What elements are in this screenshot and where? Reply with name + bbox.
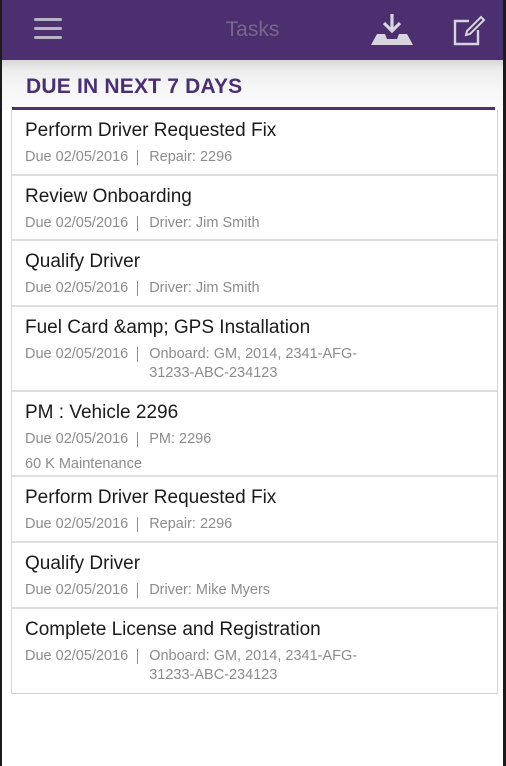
task-detail: Onboard: GM, 2014, 2341-AFG-31233-ABC-23… <box>149 346 358 381</box>
task-name: Perform Driver Requested Fix <box>25 487 277 508</box>
task-name: Qualify Driver <box>25 251 141 272</box>
task-item[interactable]: Review Onboarding Due 02/05/2016 Driver:… <box>12 176 497 241</box>
task-meta: Due 02/05/2016 Onboard: GM, 2014, 2341-A… <box>25 345 364 383</box>
task-detail: Repair: 2296 <box>149 516 233 532</box>
task-detail: Repair: 2296 <box>149 149 233 165</box>
task-due-date: Due 02/05/2016 <box>25 516 129 532</box>
task-name: Qualify Driver <box>25 553 141 574</box>
task-name: PM : Vehicle 2296 <box>25 402 179 423</box>
task-name: Perform Driver Requested Fix <box>25 120 277 141</box>
meta-separator <box>137 517 139 532</box>
task-due-date: Due 02/05/2016 <box>25 280 129 296</box>
task-name: Fuel Card &amp; GPS Installation <box>25 317 311 338</box>
task-item[interactable]: Perform Driver Requested Fix Due 02/05/2… <box>12 110 497 176</box>
task-item[interactable]: Fuel Card &amp; GPS Installation Due 02/… <box>12 307 497 392</box>
task-item[interactable]: PM : Vehicle 2296 Due 02/05/2016 PM: 229… <box>12 392 497 477</box>
meta-separator <box>137 216 139 231</box>
meta-separator <box>137 281 139 296</box>
task-item[interactable]: Perform Driver Requested Fix Due 02/05/2… <box>12 477 497 543</box>
task-due-date: Due 02/05/2016 <box>25 346 129 362</box>
section-header: DUE IN NEXT 7 DAYS <box>2 60 503 110</box>
meta-separator <box>137 649 139 664</box>
task-meta: Due 02/05/2016 PM: 2296 <box>25 430 364 449</box>
task-due-date: Due 02/05/2016 <box>25 431 129 447</box>
task-detail: Driver: Jim Smith <box>149 215 260 231</box>
task-name: Complete License and Registration <box>25 619 321 640</box>
page-title: Tasks <box>225 18 280 41</box>
task-meta: Due 02/05/2016 Driver: Mike Myers <box>25 581 364 600</box>
task-item[interactable]: Qualify Driver Due 02/05/2016 Driver: Mi… <box>12 543 497 609</box>
task-item[interactable]: Qualify Driver Due 02/05/2016 Driver: Ji… <box>12 241 497 307</box>
task-detail: PM: 2296 <box>149 431 212 447</box>
task-detail: Driver: Mike Myers <box>149 582 271 598</box>
task-due-date: Due 02/05/2016 <box>25 582 129 598</box>
meta-separator <box>137 432 139 447</box>
task-meta: Due 02/05/2016 Driver: Jim Smith <box>25 279 364 298</box>
task-due-date: Due 02/05/2016 <box>25 149 129 165</box>
task-detail: Driver: Jim Smith <box>149 280 260 296</box>
task-due-date: Due 02/05/2016 <box>25 215 129 231</box>
meta-separator <box>137 150 139 165</box>
task-detail: Onboard: GM, 2014, 2341-AFG-31233-ABC-23… <box>149 648 358 683</box>
compose-edit-icon[interactable] <box>450 13 486 47</box>
download-tray-icon[interactable] <box>368 12 416 48</box>
meta-separator <box>137 583 139 598</box>
task-extra-note: 60 K Maintenance <box>25 456 142 472</box>
task-name: Review Onboarding <box>25 186 192 207</box>
task-item[interactable]: Complete License and Registration Due 02… <box>12 609 497 694</box>
task-meta: Due 02/05/2016 Onboard: GM, 2014, 2341-A… <box>25 647 364 685</box>
task-list: Perform Driver Requested Fix Due 02/05/2… <box>11 110 498 694</box>
section-title: DUE IN NEXT 7 DAYS <box>26 75 243 98</box>
top-navigation-bar: Tasks <box>2 0 503 60</box>
task-meta: Due 02/05/2016 Repair: 2296 <box>25 515 364 534</box>
task-due-date: Due 02/05/2016 <box>25 648 129 664</box>
meta-separator <box>137 347 139 362</box>
task-meta: Due 02/05/2016 Repair: 2296 <box>25 148 364 167</box>
task-meta: Due 02/05/2016 Driver: Jim Smith <box>25 214 364 233</box>
